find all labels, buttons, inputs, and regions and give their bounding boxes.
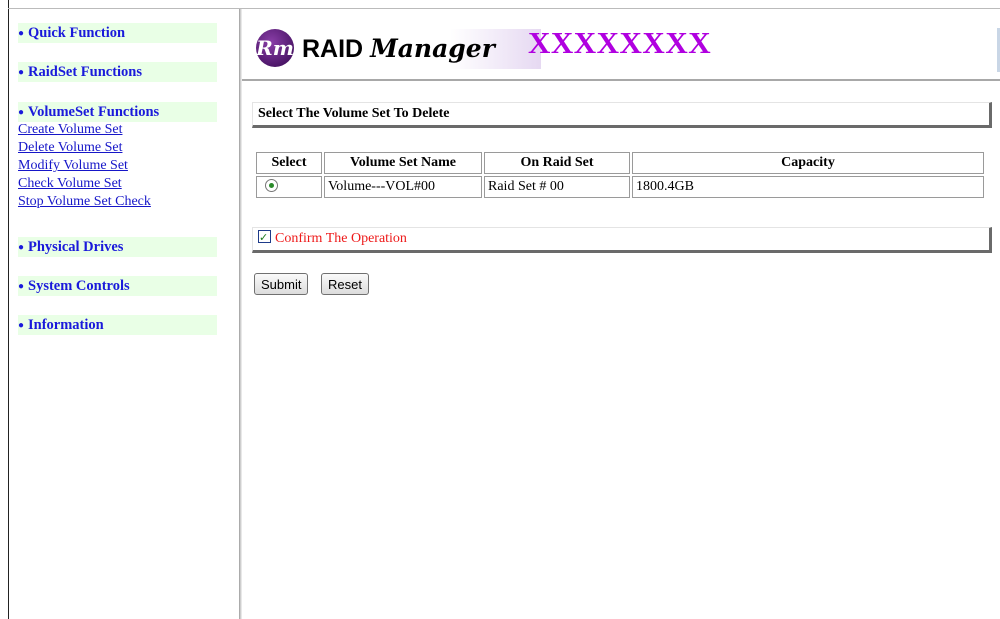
- bullet-icon: ●: [18, 28, 25, 39]
- nav-link-delete-volume-set[interactable]: Delete Volume Set: [18, 139, 151, 157]
- column-header-capacity: Capacity: [632, 152, 984, 174]
- nav-section-label: VolumeSet Functions: [28, 104, 160, 120]
- nav-section-volumeset-functions[interactable]: ● VolumeSet Functions: [18, 102, 217, 122]
- left-nav: ● Quick Function ● RaidSet Functions ● Volu…: [9, 9, 239, 619]
- column-header-on-raid-set: On Raid Set: [484, 152, 630, 174]
- bullet-icon: ●: [18, 107, 25, 118]
- volumeset-links: Create Volume Set Delete Volume Set Modi…: [18, 121, 151, 211]
- table-header-row: Select Volume Set Name On Raid Set Capac…: [256, 152, 984, 174]
- nav-section-raidset-functions[interactable]: ● RaidSet Functions: [18, 62, 217, 82]
- nav-section-label: Physical Drives: [28, 239, 124, 255]
- nav-link-stop-volume-set-check[interactable]: Stop Volume Set Check: [18, 193, 151, 211]
- confirm-operation-label[interactable]: Confirm The Operation: [275, 231, 407, 246]
- nav-section-label: Information: [28, 317, 104, 333]
- table-row: Volume---VOL#00 Raid Set # 00 1800.4GB: [256, 176, 984, 198]
- logo-word-raid: RAID: [302, 35, 364, 63]
- bullet-icon: ●: [18, 320, 25, 331]
- confirm-operation-bar: Confirm The Operation: [252, 227, 992, 253]
- volume-select-radio[interactable]: [265, 178, 278, 192]
- logo-word-manager: Manager: [370, 34, 495, 63]
- nav-section-label: System Controls: [28, 278, 130, 294]
- raid-manager-logo-icon: Rm: [256, 29, 294, 67]
- confirm-operation-checkbox[interactable]: [258, 227, 271, 249]
- select-cell: [256, 176, 322, 198]
- nav-link-create-volume-set[interactable]: Create Volume Set: [18, 121, 151, 139]
- bullet-icon: ●: [18, 242, 25, 253]
- nav-section-system-controls[interactable]: ● System Controls: [18, 276, 217, 296]
- nav-section-label: Quick Function: [28, 25, 126, 41]
- nav-link-modify-volume-set[interactable]: Modify Volume Set: [18, 157, 151, 175]
- nav-section-label: RaidSet Functions: [28, 64, 143, 80]
- header-divider: [242, 79, 1000, 81]
- header: Rm RAID Manager XXXXXXXX: [242, 9, 1000, 79]
- volume-set-name-cell: Volume---VOL#00: [324, 176, 482, 198]
- column-header-volume-set-name: Volume Set Name: [324, 152, 482, 174]
- bullet-icon: ●: [18, 67, 25, 78]
- column-header-select: Select: [256, 152, 322, 174]
- bullet-icon: ●: [18, 281, 25, 292]
- submit-button[interactable]: Submit: [254, 273, 309, 295]
- volume-set-table: Select Volume Set Name On Raid Set Capac…: [254, 150, 986, 200]
- capacity-cell: 1800.4GB: [632, 176, 984, 198]
- nav-section-information[interactable]: ● Information: [18, 315, 217, 335]
- reset-button[interactable]: Reset: [321, 273, 369, 295]
- nav-link-check-volume-set[interactable]: Check Volume Set: [18, 175, 151, 193]
- nav-divider: [239, 9, 242, 619]
- nav-section-quick-function[interactable]: ● Quick Function: [18, 23, 217, 43]
- section-title: Select The Volume Set To Delete: [252, 102, 992, 128]
- product-name: XXXXXXXX: [528, 25, 712, 60]
- raid-set-cell: Raid Set # 00: [484, 176, 630, 198]
- app-logo-text: RAID Manager: [302, 29, 541, 69]
- nav-section-physical-drives[interactable]: ● Physical Drives: [18, 237, 217, 257]
